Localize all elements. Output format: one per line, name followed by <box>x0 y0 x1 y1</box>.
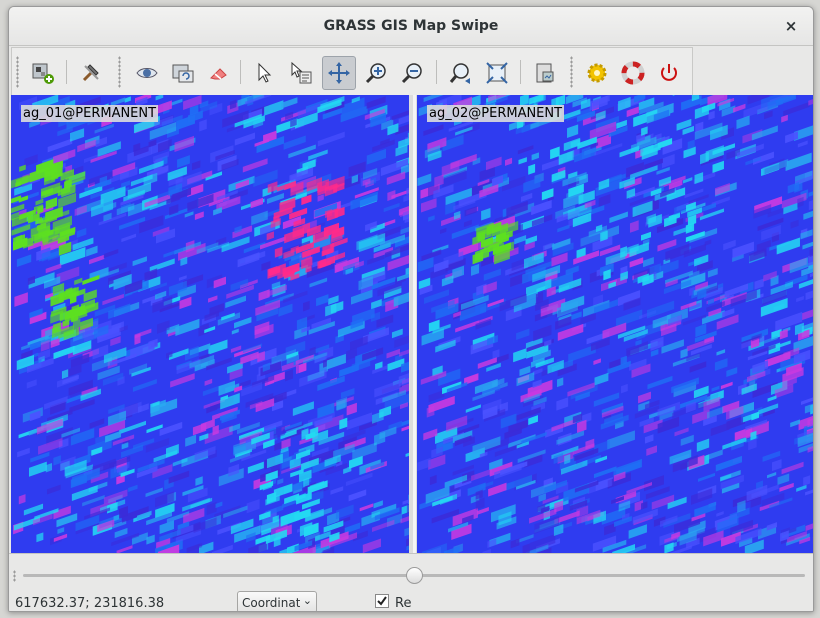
toolbar-grip[interactable] <box>570 56 573 88</box>
help-lifebuoy-icon <box>621 61 645 85</box>
render-map-button[interactable] <box>166 56 200 90</box>
render-map-icon <box>172 64 194 83</box>
pointer-button[interactable] <box>248 56 282 90</box>
help-button[interactable] <box>616 56 650 90</box>
map-toolbar <box>11 47 693 97</box>
display-mode-value: Coordinates <box>242 596 300 610</box>
swipe-divider[interactable] <box>413 95 416 553</box>
tools-hammer-icon <box>82 64 99 82</box>
chevron-down-icon: ⌄ <box>302 594 312 607</box>
toolbar-grip[interactable] <box>16 56 19 88</box>
query-icon <box>291 61 312 84</box>
quit-button[interactable] <box>652 56 686 90</box>
query-button[interactable] <box>284 56 318 90</box>
zoom-extent-button[interactable] <box>480 56 514 90</box>
zoom-in-icon <box>365 63 386 84</box>
erase-icon <box>210 68 227 80</box>
map-swipe-area[interactable]: ag_01@PERMANENT ag_02@PERMANENT <box>11 95 814 555</box>
save-image-icon <box>536 63 554 83</box>
map-swipe-window: GRASS GIS Map Swipe × ag_01@PERMANENT ag… <box>8 6 814 612</box>
display-map-icon <box>136 68 158 78</box>
right-map-label: ag_02@PERMANENT <box>427 105 565 122</box>
display-map-button[interactable] <box>130 56 164 90</box>
swipe-slider-handle[interactable] <box>406 567 423 584</box>
settings-gear-icon <box>587 63 607 83</box>
render-checkbox[interactable] <box>375 594 389 608</box>
right-map-panel[interactable]: ag_02@PERMANENT <box>417 95 814 553</box>
pan-icon <box>328 62 350 84</box>
toolbar-grip[interactable] <box>118 56 121 88</box>
raster-cell <box>813 332 814 346</box>
quit-power-icon <box>661 64 677 81</box>
title-bar: GRASS GIS Map Swipe × <box>9 7 813 46</box>
zoom-extent-icon <box>486 62 508 84</box>
status-area: 617632.37; 231816.38 Coordinates ⌄ Re <box>9 553 813 611</box>
zoom-back-button[interactable] <box>444 56 478 90</box>
left-raster-map[interactable] <box>11 95 409 553</box>
display-mode-select[interactable]: Coordinates ⌄ <box>237 591 317 611</box>
slider-grip[interactable] <box>13 570 16 582</box>
window-title: GRASS GIS Map Swipe <box>323 18 499 34</box>
left-map-panel[interactable]: ag_01@PERMANENT <box>11 95 409 553</box>
erase-button[interactable] <box>202 56 236 90</box>
zoom-back-icon <box>449 63 470 84</box>
add-map-button[interactable] <box>26 56 60 90</box>
close-button[interactable]: × <box>781 16 801 36</box>
coordinates-readout: 617632.37; 231816.38 <box>15 596 165 611</box>
raster-cell <box>812 537 813 545</box>
tools-button[interactable] <box>74 56 108 90</box>
save-image-button[interactable] <box>528 56 562 90</box>
settings-button[interactable] <box>580 56 614 90</box>
pan-button[interactable] <box>322 56 356 90</box>
zoom-out-button[interactable] <box>396 56 430 90</box>
zoom-out-icon <box>401 63 422 84</box>
left-map-label: ag_01@PERMANENT <box>21 105 159 122</box>
add-map-icon <box>32 63 54 84</box>
right-raster-map[interactable] <box>417 95 814 553</box>
zoom-in-button[interactable] <box>360 56 394 90</box>
render-checkbox-label: Re <box>395 596 412 611</box>
pointer-icon <box>258 62 272 83</box>
